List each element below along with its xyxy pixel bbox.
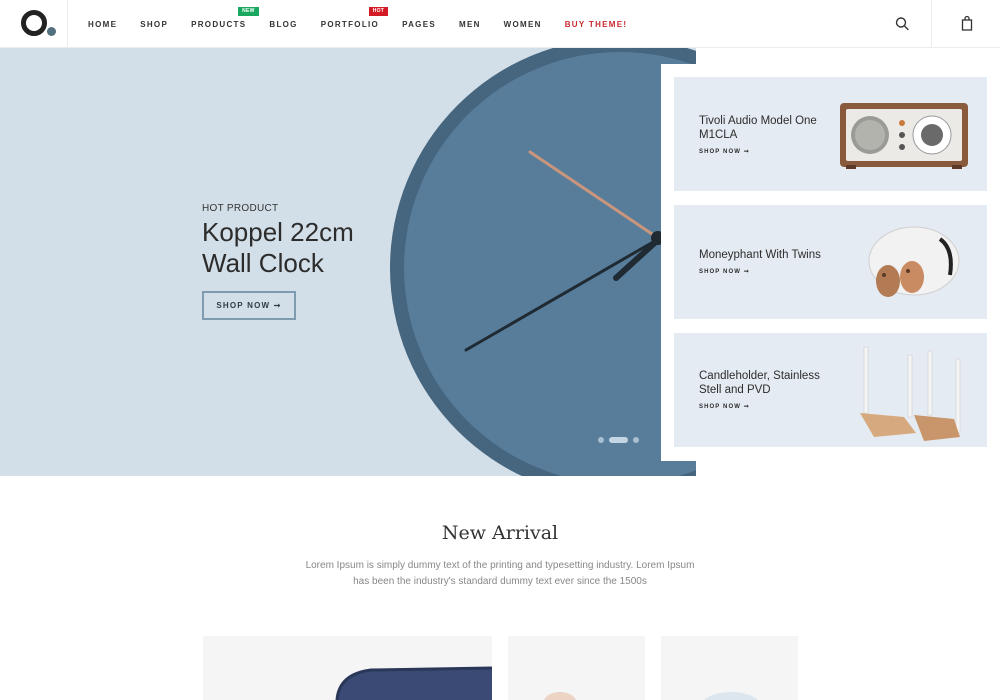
new-badge: NEW [238, 6, 259, 16]
nav-item-products[interactable]: PRODUCTS NEW [191, 6, 259, 29]
hot-badge: HOT [368, 6, 389, 16]
nav-item-women[interactable]: WOMEN [504, 20, 542, 29]
slider-dot-2[interactable] [609, 437, 628, 443]
product-image [544, 692, 576, 700]
slider-dot-1[interactable] [598, 437, 604, 443]
product-card[interactable] [508, 636, 645, 700]
nav-label: PAGES [402, 19, 436, 29]
nav-label: WOMEN [503, 19, 542, 29]
logo-ring [21, 10, 47, 36]
nav-item-blog[interactable]: BLOG [269, 20, 297, 29]
logo-dot [47, 27, 56, 36]
banner-tivoli-audio[interactable]: Tivoli Audio Model One M1CLA SHOP NOW ➞ [674, 77, 987, 191]
slider-dot-3[interactable] [633, 437, 639, 443]
banner-shop-now-link[interactable]: SHOP NOW ➞ [699, 403, 839, 410]
site-header: HOME SHOP PRODUCTS NEW BLOG PORTFOLIO HO… [0, 0, 1000, 48]
hero-shop-now-button[interactable]: SHOP NOW ➞ [202, 291, 296, 320]
search-button[interactable] [890, 12, 914, 36]
cart-button[interactable] [955, 12, 979, 36]
hero-slider: HOT PRODUCT Koppel 22cm Wall Clock SHOP … [0, 48, 696, 476]
banner-title: Candleholder, Stainless Stell and PVD [699, 370, 820, 396]
nav-item-men[interactable]: MEN [459, 20, 481, 29]
section-title: New Arrival [441, 522, 559, 544]
site-logo[interactable] [0, 0, 68, 48]
nav-label: HOME [88, 19, 118, 29]
nav-label: SHOP [140, 19, 169, 29]
nav-item-portfolio[interactable]: PORTFOLIO HOT [320, 6, 389, 29]
banner-text: Moneyphant With Twins SHOP NOW ➞ [699, 248, 839, 275]
product-card[interactable] [661, 636, 798, 700]
hero-kicker: HOT PRODUCT [202, 203, 279, 214]
nav-label: MEN [458, 19, 481, 29]
side-banners: Tivoli Audio Model One M1CLA SHOP NOW ➞ … [661, 64, 1000, 461]
nav-label: PORTFOLIO [320, 19, 380, 29]
nav-label: PRODUCTS [191, 19, 247, 29]
moneyphant-image [868, 226, 960, 297]
hero-title: Koppel 22cm Wall Clock [202, 217, 354, 278]
slider-dots [598, 437, 644, 443]
banner-title: Tivoli Audio Model One M1CLA [699, 115, 817, 141]
main-nav: HOME SHOP PRODUCTS NEW BLOG PORTFOLIO HO… [88, 0, 650, 48]
nav-label: BUY THEME! [564, 19, 628, 29]
radio-image [840, 103, 968, 169]
product-card[interactable] [203, 636, 492, 700]
banner-text: Candleholder, Stainless Stell and PVD SH… [699, 369, 839, 410]
banner-shop-now-link[interactable]: SHOP NOW ➞ [699, 268, 839, 275]
nav-item-buy-theme[interactable]: BUY THEME! [565, 20, 628, 29]
nav-item-pages[interactable]: PAGES [402, 20, 436, 29]
shopping-bag-icon [961, 15, 973, 31]
banner-moneyphant[interactable]: Moneyphant With Twins SHOP NOW ➞ [674, 205, 987, 319]
banner-title: Moneyphant With Twins [699, 249, 821, 261]
candleholder-image [860, 346, 961, 441]
nav-item-shop[interactable]: SHOP [140, 20, 168, 29]
product-image [703, 692, 759, 700]
section-description: Lorem Ipsum is simply dummy text of the … [305, 560, 695, 587]
banner-text: Tivoli Audio Model One M1CLA SHOP NOW ➞ [699, 114, 839, 155]
hero-content: HOT PRODUCT Koppel 22cm Wall Clock SHOP … [202, 203, 402, 320]
nav-label: BLOG [269, 19, 298, 29]
basket-image [335, 666, 492, 700]
cart-area [931, 0, 1000, 48]
nav-item-home[interactable]: HOME [88, 20, 117, 29]
banner-shop-now-link[interactable]: SHOP NOW ➞ [699, 148, 839, 155]
search-icon [895, 17, 909, 31]
banner-candleholder[interactable]: Candleholder, Stainless Stell and PVD SH… [674, 333, 987, 447]
